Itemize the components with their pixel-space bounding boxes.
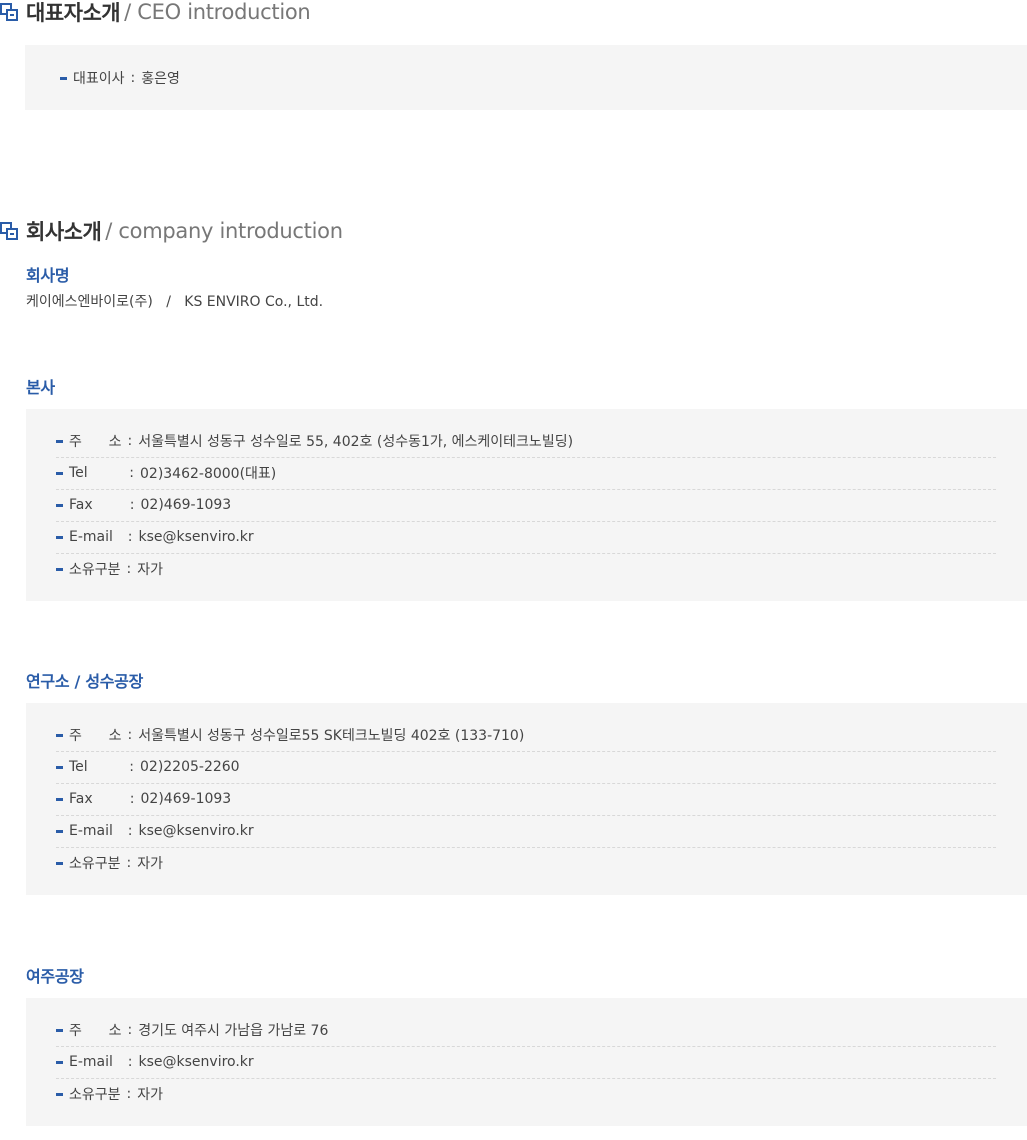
colon: :	[129, 497, 135, 513]
research-box: 주 소 : 서울특별시 성동구 성수일로55 SK테크노빌딩 402호 (133…	[26, 703, 1027, 895]
hq-row-fax: Fax : 02)469-1093	[56, 489, 996, 522]
row-value: 02)469-1093	[140, 497, 232, 513]
email-link[interactable]: kse@ksenviro.kr	[139, 823, 254, 839]
ceo-section-header: 대표자소개 / CEO introduction	[0, 0, 311, 27]
colon: :	[127, 529, 133, 545]
headquarters-box: 주 소 : 서울특별시 성동구 성수일로 55, 402호 (성수동1가, 에스…	[26, 409, 1027, 601]
row-label: 소유구분	[69, 1087, 121, 1103]
row-label: Tel	[69, 465, 124, 481]
company-name-value: 케이에스엔바이로(주) / KS ENVIRO Co., Ltd.	[26, 294, 324, 310]
colon: :	[126, 561, 132, 577]
company-title: 회사소개	[26, 220, 102, 244]
rs-row-ownership: 소유구분 : 자가	[56, 847, 996, 879]
dash-bullet	[56, 503, 63, 507]
rs-row-fax: Fax : 02)469-1093	[56, 783, 996, 816]
ceo-title: 대표자소개	[26, 1, 121, 25]
yeoju-box: 주 소 : 경기도 여주시 가남읍 가남로 76 E-mail : kse@ks…	[26, 998, 1027, 1126]
dash-bullet	[56, 733, 63, 737]
row-label: E-mail	[69, 823, 122, 839]
ceo-title-en: / CEO introduction	[124, 0, 311, 24]
dash-bullet	[56, 765, 63, 769]
hq-row-email: E-mail : kse@ksenviro.kr	[56, 521, 996, 554]
rs-row-address: 주 소 : 서울특별시 성동구 성수일로55 SK테크노빌딩 402호 (133…	[56, 719, 996, 752]
dash-bullet	[56, 1028, 63, 1032]
dash-bullet	[60, 76, 67, 80]
yeoju-title: 여주공장	[26, 967, 84, 986]
research-title: 연구소 / 성수공장	[26, 672, 144, 691]
row-label: Fax	[69, 791, 124, 807]
row-label: Tel	[69, 759, 124, 775]
dash-bullet	[56, 567, 63, 571]
headquarters-title: 본사	[26, 378, 55, 397]
yj-row-email: E-mail : kse@ksenviro.kr	[56, 1046, 996, 1079]
row-value: 02)469-1093	[140, 791, 232, 807]
colon: :	[127, 727, 133, 743]
colon: :	[129, 791, 135, 807]
row-value: 자가	[137, 856, 164, 872]
row-value: 서울특별시 성동구 성수일로55 SK테크노빌딩 402호 (133-710)	[138, 728, 525, 744]
email-link[interactable]: kse@ksenviro.kr	[139, 1054, 254, 1070]
colon: :	[127, 1054, 133, 1070]
dash-bullet	[56, 1092, 63, 1096]
yj-row-address: 주 소 : 경기도 여주시 가남읍 가남로 76	[56, 1014, 996, 1047]
colon: :	[130, 70, 136, 86]
rs-row-email: E-mail : kse@ksenviro.kr	[56, 815, 996, 848]
colon: :	[127, 433, 133, 449]
colon: :	[129, 465, 134, 481]
row-value: 경기도 여주시 가남읍 가남로 76	[138, 1023, 329, 1039]
row-label: 주 소	[69, 434, 122, 450]
email-link[interactable]: kse@ksenviro.kr	[139, 529, 254, 545]
ceo-label: 대표이사	[73, 71, 125, 87]
row-label: 소유구분	[69, 856, 121, 872]
colon: :	[126, 855, 132, 871]
row-value: 자가	[137, 562, 164, 578]
row-label: E-mail	[69, 1054, 122, 1070]
dash-bullet	[56, 829, 63, 833]
row-label: 소유구분	[69, 562, 121, 578]
section-bullet-icon	[0, 222, 18, 240]
hq-row-address: 주 소 : 서울특별시 성동구 성수일로 55, 402호 (성수동1가, 에스…	[56, 425, 996, 458]
row-value: 02)3462-8000(대표)	[140, 466, 277, 482]
yj-row-ownership: 소유구분 : 자가	[56, 1078, 996, 1110]
colon: :	[127, 823, 133, 839]
row-value: 02)2205-2260	[140, 759, 240, 775]
row-label: 주 소	[69, 728, 122, 744]
rs-row-tel: Tel : 02)2205-2260	[56, 751, 996, 784]
dash-bullet	[56, 471, 63, 475]
colon: :	[127, 1022, 133, 1038]
hq-row-ownership: 소유구분 : 자가	[56, 553, 996, 585]
dash-bullet	[56, 535, 63, 539]
ceo-row: 대표이사 : 홍은영	[60, 68, 180, 88]
ceo-info-box: 대표이사 : 홍은영	[25, 45, 1027, 110]
ceo-name: 홍은영	[141, 71, 180, 87]
section-bullet-icon	[0, 3, 18, 21]
company-section-header: 회사소개 / company introduction	[0, 216, 343, 246]
row-label: E-mail	[69, 529, 122, 545]
row-value: 자가	[137, 1087, 164, 1103]
dash-bullet	[56, 861, 63, 865]
dash-bullet	[56, 439, 63, 443]
dash-bullet	[56, 1060, 63, 1064]
row-label: 주 소	[69, 1023, 122, 1039]
company-title-en: / company introduction	[105, 219, 343, 243]
hq-row-tel: Tel : 02)3462-8000(대표)	[56, 457, 996, 490]
row-label: Fax	[69, 497, 124, 513]
dash-bullet	[56, 797, 63, 801]
row-value: 서울특별시 성동구 성수일로 55, 402호 (성수동1가, 에스케이테크노빌…	[138, 434, 574, 450]
company-name-title: 회사명	[26, 266, 70, 285]
colon: :	[126, 1086, 132, 1102]
colon: :	[129, 759, 134, 775]
